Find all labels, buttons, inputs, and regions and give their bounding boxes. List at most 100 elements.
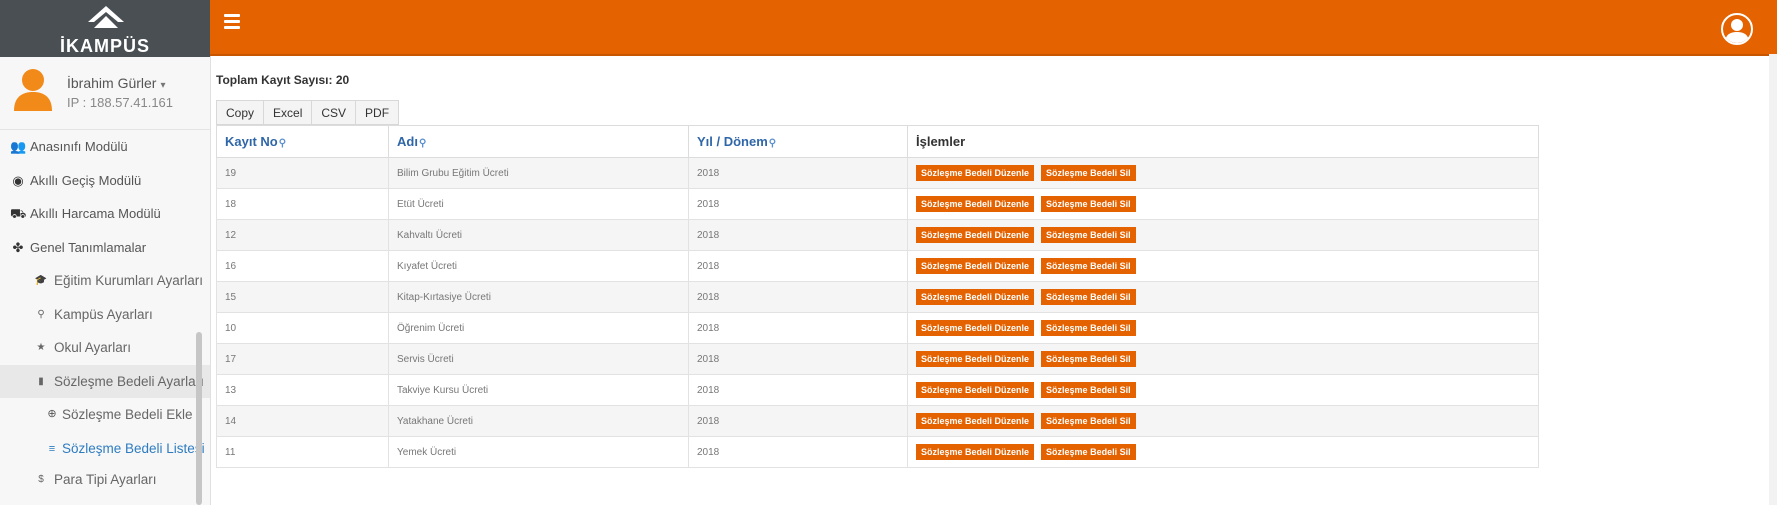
column-header-adi[interactable]: Adı⚲ [388,125,689,158]
cell-actions: Sözleşme Bedeli Düzenle Sözleşme Bedeli S… [907,157,1539,189]
total-record-count: Toplam Kayıt Sayısı: 20 [216,73,350,87]
top-navbar [210,0,1777,56]
edit-contract-fee-button[interactable]: Sözleşme Bedeli Düzenle [916,196,1035,212]
edit-contract-fee-button[interactable]: Sözleşme Bedeli Düzenle [916,258,1035,274]
sidebar-item-kampus[interactable]: ⚲ Kampüs Ayarları [0,298,210,332]
edit-contract-fee-button[interactable]: Sözleşme Bedeli Düzenle [916,320,1035,336]
users-icon: 👥 [10,139,27,154]
delete-contract-fee-button[interactable]: Sözleşme Bedeli Sil [1041,351,1136,367]
cell-yil-donem: 2018 [688,157,908,189]
delete-contract-fee-button[interactable]: Sözleşme Bedeli Sil [1041,196,1136,212]
sidebar-item-label: Anasınıfı Modülü [30,139,128,154]
hamburger-menu-icon[interactable] [224,14,240,30]
sidebar-item-para-tipi[interactable]: $ Para Tipi Ayarları [0,463,210,497]
sidebar-item-akilli-harcama[interactable]: ⛟ Akıllı Harcama Modülü [0,197,210,231]
sidebar-menu: 👥 Anasınıfı Modülü ◉ Akıllı Geçiş Modülü ⛟… [0,130,210,496]
page-scrollbar-track[interactable] [1769,54,1777,505]
sidebar-item-egitim-kurumlari[interactable]: 🎓 Eğitim Kurumları Ayarları [0,264,210,298]
table-row: 19 Bilim Grubu Eğitim Ücreti 2018 Sözleşme … [216,157,1539,189]
cell-adi: Kahvaltı Ücreti [388,219,689,251]
cell-kayit-no: 11 [216,436,389,468]
sidebar-item-sozlesme-bedeli[interactable]: ▮ Sözleşme Bedeli Ayarları [0,364,210,398]
cell-actions: Sözleşme Bedeli Düzenle Sözleşme Bedeli S… [907,250,1539,282]
brand-logo[interactable]: İKAMPÜS [0,0,210,57]
cell-yil-donem: 2018 [688,219,908,251]
logo-mark-icon [88,6,124,28]
user-ip: IP : 188.57.41.161 [67,95,174,110]
edit-contract-fee-button[interactable]: Sözleşme Bedeli Düzenle [916,227,1035,243]
delete-contract-fee-button[interactable]: Sözleşme Bedeli Sil [1041,227,1136,243]
cell-kayit-no: 15 [216,281,389,313]
map-marker-icon: ⚲ [37,308,45,320]
delete-contract-fee-button[interactable]: Sözleşme Bedeli Sil [1041,444,1136,460]
cell-actions: Sözleşme Bedeli Düzenle Sözleşme Bedeli S… [907,374,1539,406]
cell-adi: Yemek Ücreti [388,436,689,468]
table-row: 11 Yemek Ücreti 2018 Sözleşme Bedeli Düzenl… [216,436,1539,468]
edit-contract-fee-button[interactable]: Sözleşme Bedeli Düzenle [916,444,1035,460]
table-row: 13 Takviye Kursu Ücreti 2018 Sözleşme Bedel… [216,374,1539,406]
csv-button[interactable]: CSV [311,100,356,125]
user-name: İbrahim Gürler [67,75,157,91]
column-header-kayit-no[interactable]: Kayıt No⚲ [216,125,389,158]
delete-contract-fee-button[interactable]: Sözleşme Bedeli Sil [1041,320,1136,336]
delete-contract-fee-button[interactable]: Sözleşme Bedeli Sil [1041,165,1136,181]
delete-contract-fee-button[interactable]: Sözleşme Bedeli Sil [1041,258,1136,274]
cell-yil-donem: 2018 [688,405,908,437]
column-header-label: Yıl / Dönem [697,134,768,149]
table-row: 14 Yatakhane Ücreti 2018 Sözleşme Bedeli Dü… [216,405,1539,437]
edit-contract-fee-button[interactable]: Sözleşme Bedeli Düzenle [916,351,1035,367]
table-row: 15 Kitap-Kırtasiye Ücreti 2018 Sözleşme Bed… [216,281,1539,313]
sidebar-item-anasinifi[interactable]: 👥 Anasınıfı Modülü [0,130,210,164]
sidebar-item-sozlesme-bedeli-listesi[interactable]: ≡ Sözleşme Bedeli Listesi [0,432,210,463]
cell-adi: Kıyafet Ücreti [388,250,689,282]
table-row: 16 Kıyafet Ücreti 2018 Sözleşme Bedeli Düze… [216,250,1539,282]
sidebar-item-okul[interactable]: ★ Okul Ayarları [0,331,210,365]
sidebar-item-label: Akıllı Harcama Modülü [30,206,161,221]
edit-contract-fee-button[interactable]: Sözleşme Bedeli Düzenle [916,382,1035,398]
sidebar-item-label: Okul Ayarları [54,340,132,355]
delete-contract-fee-button[interactable]: Sözleşme Bedeli Sil [1041,413,1136,429]
avatar [14,69,52,111]
cell-actions: Sözleşme Bedeli Düzenle Sözleşme Bedeli S… [907,343,1539,375]
table-header-row: Kayıt No⚲ Adı⚲ Yıl / Dönem⚲ İşlemler [216,125,1539,158]
plus-circle-icon: ⊕ [47,408,57,420]
sidebar-item-genel-tanimlamalar[interactable]: ✤ Genel Tanımlamalar [0,231,210,265]
cell-actions: Sözleşme Bedeli Düzenle Sözleşme Bedeli S… [907,188,1539,220]
cell-kayit-no: 14 [216,405,389,437]
cell-actions: Sözleşme Bedeli Düzenle Sözleşme Bedeli S… [907,281,1539,313]
sidebar-item-label: Kampüs Ayarları [54,306,153,322]
cell-adi: Servis Ücreti [388,343,689,375]
cell-kayit-no: 19 [216,157,389,189]
cell-adi: Yatakhane Ücreti [388,405,689,437]
sidebar-item-akilli-gecis[interactable]: ◉ Akıllı Geçiş Modülü [0,164,210,198]
table-row: 12 Kahvaltı Ücreti 2018 Sözleşme Bedeli Düz… [216,219,1539,251]
cell-yil-donem: 2018 [688,281,908,313]
cell-actions: Sözleşme Bedeli Düzenle Sözleşme Bedeli S… [907,312,1539,344]
edit-contract-fee-button[interactable]: Sözleşme Bedeli Düzenle [916,165,1035,181]
app-window: İKAMPÜS İbrahim Gürler ▾ IP : 188.57.41.1… [0,0,1777,505]
column-header-islemler: İşlemler [907,125,1539,158]
cell-adi: Öğrenim Ücreti [388,312,689,344]
cell-kayit-no: 13 [216,374,389,406]
edit-contract-fee-button[interactable]: Sözleşme Bedeli Düzenle [916,289,1035,305]
cell-actions: Sözleşme Bedeli Düzenle Sözleşme Bedeli S… [907,405,1539,437]
copy-button[interactable]: Copy [216,100,264,125]
user-menu-toggle[interactable]: İbrahim Gürler ▾ [67,75,166,91]
cell-actions: Sözleşme Bedeli Düzenle Sözleşme Bedeli S… [907,219,1539,251]
search-icon: ⚲ [418,138,427,149]
pdf-button[interactable]: PDF [355,100,400,125]
list-icon: ≡ [48,442,56,455]
edit-contract-fee-button[interactable]: Sözleşme Bedeli Düzenle [916,413,1035,429]
excel-button[interactable]: Excel [263,100,312,125]
cell-kayit-no: 18 [216,188,389,220]
sidebar-item-sozlesme-bedeli-ekle[interactable]: ⊕ Sözleşme Bedeli Ekle [0,398,210,432]
cell-yil-donem: 2018 [688,312,908,344]
top-user-avatar[interactable] [1721,13,1753,45]
star-icon: ★ [36,342,46,353]
sidebar-scrollbar[interactable] [196,332,202,505]
cell-actions: Sözleşme Bedeli Düzenle Sözleşme Bedeli S… [907,436,1539,468]
delete-contract-fee-button[interactable]: Sözleşme Bedeli Sil [1041,289,1136,305]
delete-contract-fee-button[interactable]: Sözleşme Bedeli Sil [1041,382,1136,398]
cell-yil-donem: 2018 [688,374,908,406]
column-header-yil-donem[interactable]: Yıl / Dönem⚲ [688,125,908,158]
